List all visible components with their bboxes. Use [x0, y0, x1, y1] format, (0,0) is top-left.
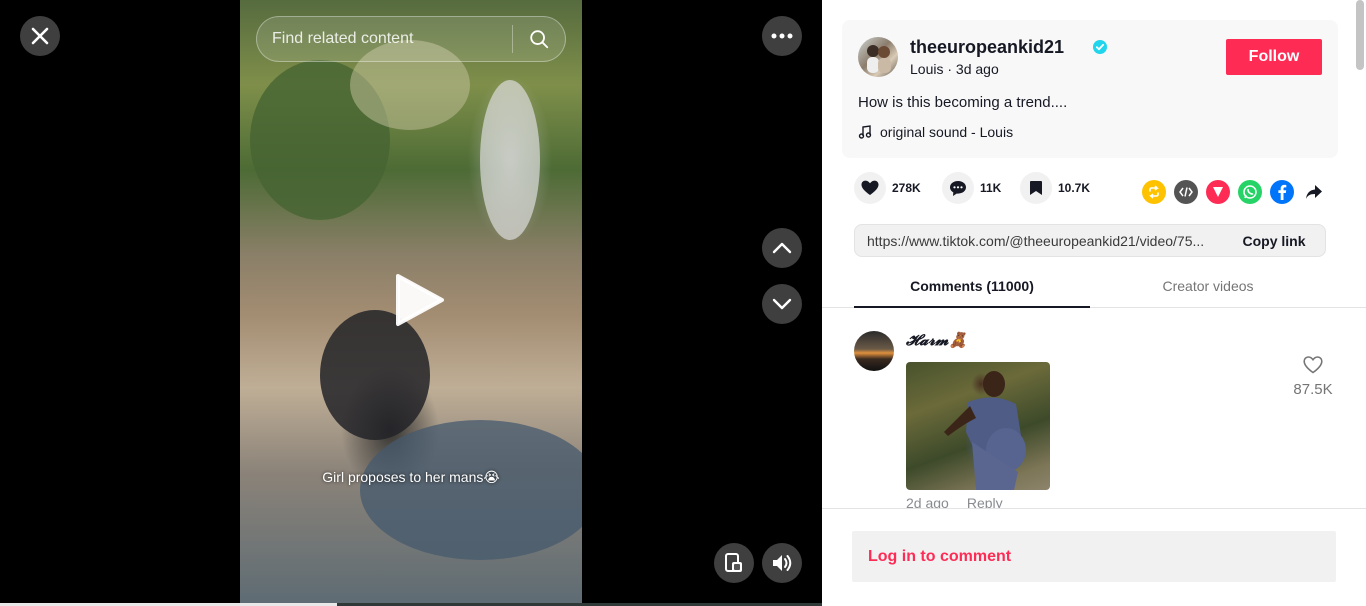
follow-button[interactable]: Follow: [1226, 39, 1322, 75]
music-link[interactable]: original sound - Louis: [858, 124, 1013, 140]
tab-creator-videos[interactable]: Creator videos: [1090, 278, 1326, 294]
close-button[interactable]: [20, 16, 60, 56]
volume-button[interactable]: [762, 543, 802, 583]
panel-scrollbar[interactable]: [1356, 0, 1364, 70]
author-username[interactable]: theeuropeankid21: [910, 37, 1064, 58]
whatsapp-icon: [1243, 185, 1257, 199]
previous-video-button[interactable]: [762, 228, 802, 268]
verified-badge-icon: [1093, 40, 1107, 54]
whatsapp-share-button[interactable]: [1238, 180, 1262, 204]
scene-person-standing: [480, 80, 540, 240]
floating-player-icon: [725, 553, 742, 572]
search-button[interactable]: [513, 16, 565, 62]
video-link-url[interactable]: https://www.tiktok.com/@theeuropeankid21…: [855, 233, 1223, 249]
next-video-button[interactable]: [762, 284, 802, 324]
comment-button[interactable]: 11K: [942, 172, 1001, 204]
search-input[interactable]: [257, 30, 512, 48]
comment-photo: [944, 371, 1026, 490]
bookmark-icon: [1030, 181, 1042, 195]
repost-button[interactable]: [1142, 180, 1166, 204]
embed-button[interactable]: [1174, 180, 1198, 204]
video-area: Girl proposes to her mans😭: [0, 0, 822, 606]
commenter-avatar[interactable]: [854, 331, 894, 371]
author-subline: Louis · 3d ago: [910, 61, 999, 77]
comment-time: 2d ago: [906, 495, 949, 508]
close-icon: [31, 27, 49, 45]
comment-footer: Log in to comment: [822, 508, 1366, 606]
volume-icon: [773, 555, 792, 571]
post-description: How is this becoming a trend....: [858, 94, 1068, 111]
facebook-icon: [1278, 184, 1287, 200]
music-note-icon: [858, 125, 872, 139]
search-box: [256, 16, 566, 62]
heart-outline-icon: [1303, 356, 1323, 374]
copy-link-box: https://www.tiktok.com/@theeuropeankid21…: [854, 224, 1326, 257]
login-to-comment-button[interactable]: Log in to comment: [852, 531, 1336, 582]
tab-comments[interactable]: Comments (11000): [854, 278, 1090, 308]
heart-icon: [861, 180, 879, 195]
play-icon[interactable]: [388, 270, 448, 330]
page: Girl proposes to her mans😭 Find related …: [0, 0, 1366, 606]
post-time: 3d ago: [955, 61, 999, 77]
comment-icon: [950, 180, 966, 196]
author-nickname: Louis: [910, 61, 944, 77]
chevron-down-icon: [772, 298, 792, 310]
send-to-friends-button[interactable]: [1206, 180, 1230, 204]
more-share-button[interactable]: [1302, 180, 1326, 204]
avatar-image: [867, 45, 891, 73]
comment-like-count: 87.5K: [1293, 381, 1333, 398]
comment-image[interactable]: [906, 362, 1050, 490]
chevron-up-icon: [772, 242, 792, 254]
send-icon: [1213, 187, 1223, 197]
comment-count: 11K: [980, 181, 1002, 195]
post-info-card: theeuropeankid21 Louis · 3d ago Follow H…: [842, 20, 1338, 158]
like-count: 278K: [892, 181, 921, 195]
more-options-button[interactable]: [762, 16, 802, 56]
search-icon: [530, 30, 549, 49]
favorite-count: 10.7K: [1058, 181, 1091, 195]
comment-like-button[interactable]: 87.5K: [1292, 356, 1334, 398]
more-icon: [771, 33, 793, 39]
share-arrow-icon: [1306, 185, 1322, 199]
author-avatar[interactable]: [858, 37, 898, 77]
tab-bar: Comments (11000) Creator videos: [822, 270, 1366, 308]
author-separator: ·: [943, 61, 956, 77]
action-bar: 278K 11K 10.7K: [854, 172, 1354, 210]
repost-icon: [1149, 185, 1159, 199]
floating-player-button[interactable]: [714, 543, 754, 583]
reply-button[interactable]: Reply: [967, 495, 1003, 508]
like-button[interactable]: 278K: [854, 172, 921, 204]
music-title: original sound - Louis: [880, 124, 1014, 140]
video-caption: Girl proposes to her mans😭: [322, 469, 500, 485]
facebook-share-button[interactable]: [1270, 180, 1294, 204]
commenter-username[interactable]: 𝓗𝓪𝓻𝓶🧸: [906, 331, 967, 350]
favorite-button[interactable]: 10.7K: [1020, 172, 1090, 204]
copy-link-button[interactable]: Copy link: [1223, 233, 1325, 249]
details-panel: theeuropeankid21 Louis · 3d ago Follow H…: [822, 0, 1366, 606]
comment-list: 𝓗𝓪𝓻𝓶🧸 2d ago Reply 87.5K: [822, 309, 1366, 508]
comment-meta: 2d ago Reply: [906, 495, 1003, 508]
embed-icon: [1179, 187, 1193, 197]
scene-table: [360, 420, 582, 560]
